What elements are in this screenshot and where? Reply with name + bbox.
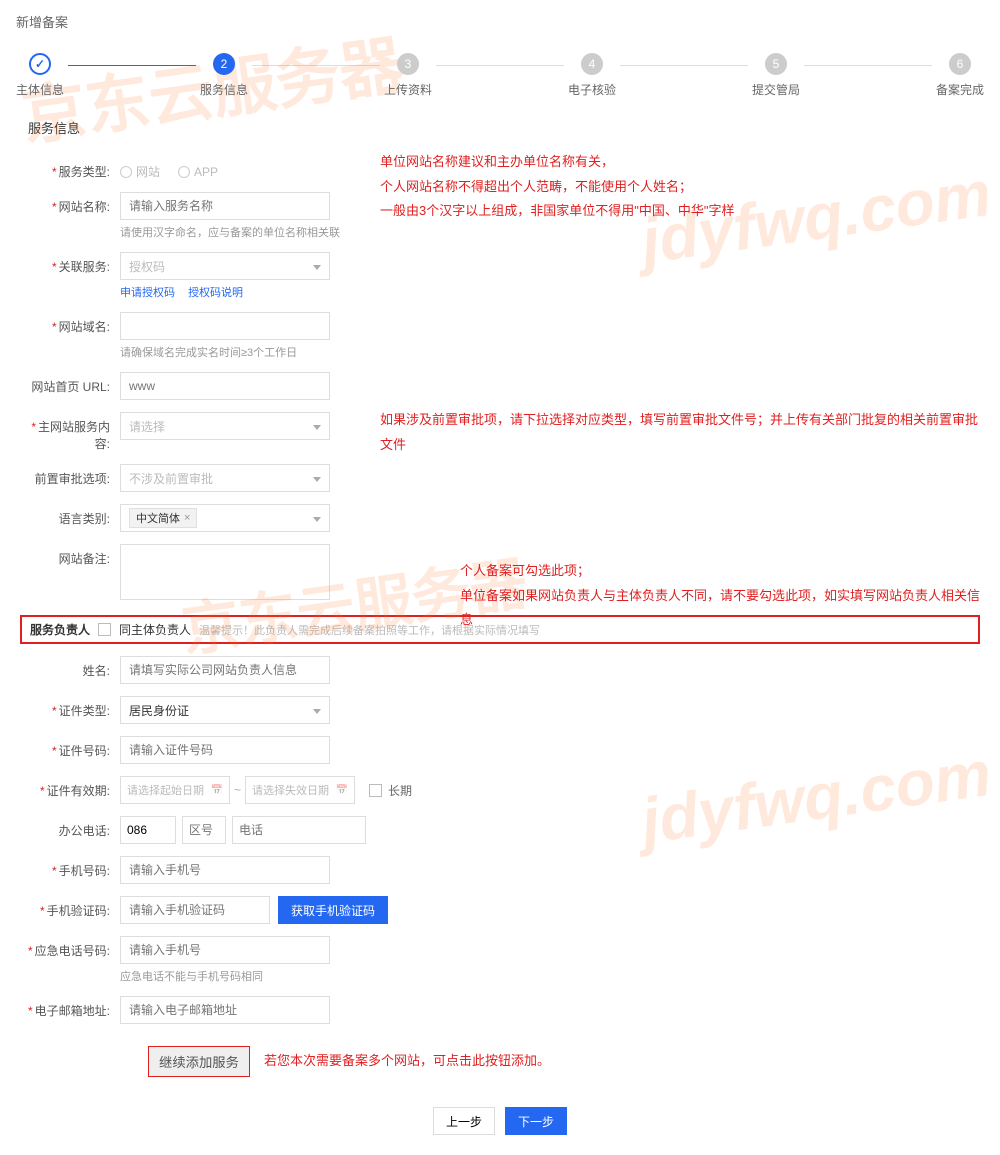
emergency-hint: 应急电话不能与手机号码相同 — [120, 968, 330, 984]
same-as-subject-label: 同主体负责人 — [119, 621, 191, 638]
pre-approval-select[interactable]: 不涉及前置审批 — [120, 464, 330, 492]
apply-auth-link[interactable]: 申请授权码 — [120, 287, 175, 299]
step-1: 主体信息 — [16, 53, 64, 98]
main-content-select[interactable]: 请选择 — [120, 412, 330, 440]
chevron-down-icon — [307, 511, 321, 525]
long-term-label: 长期 — [388, 782, 412, 799]
emergency-phone-input[interactable] — [120, 936, 330, 964]
pre-approval-note: 如果涉及前置审批项，请下拉选择对应类型，填写前置审批文件号；并上传有关部门批复的… — [380, 408, 980, 457]
calendar-icon — [211, 784, 223, 796]
resp-name-input[interactable] — [120, 656, 330, 684]
domain-hint: 请确保域名完成实名时间≥3个工作日 — [120, 344, 330, 360]
section-title: 服务信息 — [0, 102, 1000, 145]
same-as-subject-checkbox[interactable] — [98, 623, 111, 636]
chevron-down-icon — [307, 471, 321, 485]
step-5: 5提交管局 — [752, 53, 800, 98]
step-3: 3上传资料 — [384, 53, 432, 98]
footer-actions: 上一步 下一步 — [0, 1093, 1000, 1155]
close-icon[interactable]: × — [184, 512, 190, 524]
id-number-input[interactable] — [120, 736, 330, 764]
step-6: 6备案完成 — [936, 53, 984, 98]
phone-country-input[interactable] — [120, 816, 176, 844]
responsible-note: 个人备案可勾选此项； 单位备案如果网站负责人与主体负责人不同，请不要勾选此项，如… — [460, 559, 980, 633]
responsible-title: 服务负责人 — [30, 621, 90, 638]
id-start-date[interactable]: 请选择起始日期 — [120, 776, 230, 804]
page-title: 新增备案 — [0, 0, 1000, 43]
mobile-input[interactable] — [120, 856, 330, 884]
auth-help-link[interactable]: 授权码说明 — [188, 287, 243, 299]
long-term-checkbox[interactable] — [369, 784, 382, 797]
related-service-select[interactable]: 授权码 — [120, 252, 330, 280]
chevron-down-icon — [307, 703, 321, 717]
phone-number-input[interactable] — [232, 816, 366, 844]
language-select[interactable]: 中文简体× — [120, 504, 330, 532]
add-service-button[interactable]: 继续添加服务 — [148, 1046, 250, 1077]
site-name-hint: 请使用汉字命名，应与备案的单位名称相关联 — [120, 224, 340, 240]
home-url-input[interactable] — [120, 372, 330, 400]
get-verify-code-button[interactable]: 获取手机验证码 — [278, 896, 388, 924]
service-type-radios[interactable]: 网站 APP — [120, 157, 218, 180]
calendar-icon — [336, 784, 348, 796]
phone-area-input[interactable] — [182, 816, 226, 844]
chevron-down-icon — [307, 419, 321, 433]
site-name-input[interactable] — [120, 192, 330, 220]
step-bar: 主体信息 2服务信息 3上传资料 4电子核验 5提交管局 6备案完成 — [0, 43, 1000, 102]
domain-input[interactable] — [120, 312, 330, 340]
next-button[interactable]: 下一步 — [505, 1107, 567, 1135]
step-4: 4电子核验 — [568, 53, 616, 98]
add-service-note: 若您本次需要备案多个网站，可点击此按钮添加。 — [264, 1049, 550, 1074]
verify-code-input[interactable] — [120, 896, 270, 924]
prev-button[interactable]: 上一步 — [433, 1107, 495, 1135]
id-type-select[interactable]: 居民身份证 — [120, 696, 330, 724]
chevron-down-icon — [307, 259, 321, 273]
step-2: 2服务信息 — [200, 53, 248, 98]
site-name-note: 单位网站名称建议和主办单位名称有关， 个人网站名称不得超出个人范畴，不能使用个人… — [380, 150, 940, 224]
remark-textarea[interactable] — [120, 544, 330, 600]
id-end-date[interactable]: 请选择失效日期 — [245, 776, 355, 804]
email-input[interactable] — [120, 996, 330, 1024]
